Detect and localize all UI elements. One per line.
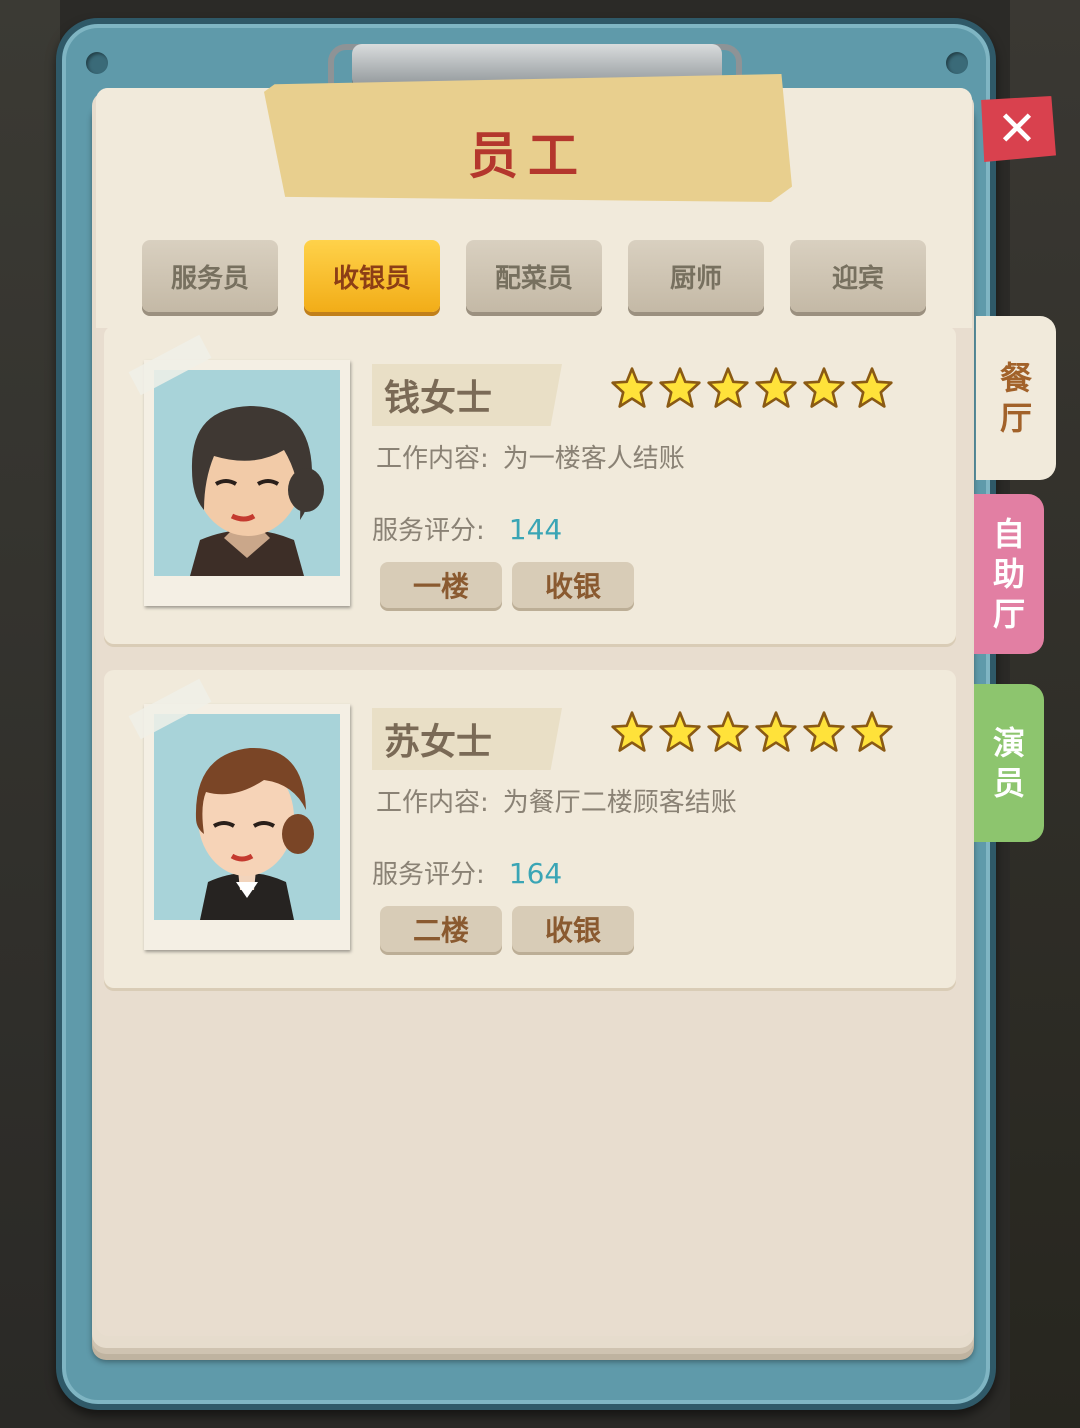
- close-icon: ✕: [996, 101, 1038, 157]
- job-text: 为餐厅二楼顾客结账: [502, 788, 737, 818]
- job-label: 工作内容:: [376, 788, 489, 818]
- screw-icon: [946, 52, 968, 74]
- star-icon: [706, 710, 750, 754]
- job-label: 工作内容:: [376, 444, 489, 474]
- avatar: [154, 370, 340, 576]
- game-background-left: [0, 0, 60, 1428]
- staff-name: 钱女士: [372, 364, 562, 426]
- star-rating: [610, 710, 894, 760]
- score-label: 服务评分:: [372, 516, 485, 546]
- score-label: 服务评分:: [372, 860, 485, 890]
- star-icon: [754, 366, 798, 410]
- tab-prep-cook[interactable]: 配菜员: [466, 240, 602, 312]
- job-text: 为一楼客人结账: [502, 444, 685, 474]
- tab-greeter[interactable]: 迎宾: [790, 240, 926, 312]
- score-value: 144: [508, 513, 563, 546]
- service-score: 服务评分: 144: [372, 510, 562, 547]
- star-icon: [658, 710, 702, 754]
- side-tab-buffet[interactable]: 自 助 厅: [974, 494, 1044, 654]
- star-icon: [706, 366, 750, 410]
- staff-category-tabs: 服务员 收银员 配菜员 厨师 迎宾: [142, 240, 928, 314]
- side-tab-restaurant[interactable]: 餐 厅: [976, 316, 1056, 480]
- floor-tag[interactable]: 一楼: [380, 562, 502, 608]
- service-score: 服务评分: 164: [372, 854, 562, 891]
- staff-card[interactable]: 苏女士 工作内容: 为餐厅二楼顾客结账 服务评分: 164 二楼 收银: [104, 670, 956, 988]
- star-rating: [610, 366, 894, 416]
- job-description: 工作内容: 为餐厅二楼顾客结账: [376, 782, 737, 819]
- job-description: 工作内容: 为一楼客人结账: [376, 438, 685, 475]
- staff-card[interactable]: 钱女士 工作内容: 为一楼客人结账 服务评分: 144 一楼 收银: [104, 326, 956, 644]
- floor-tag[interactable]: 二楼: [380, 906, 502, 952]
- staff-name: 苏女士: [372, 708, 562, 770]
- star-icon: [610, 366, 654, 410]
- screw-icon: [86, 52, 108, 74]
- star-icon: [658, 366, 702, 410]
- star-icon: [802, 366, 846, 410]
- portrait-frame: [128, 334, 350, 606]
- role-tag[interactable]: 收银: [512, 562, 634, 608]
- cashier-portrait-icon: [154, 370, 340, 576]
- star-icon: [850, 710, 894, 754]
- role-tag[interactable]: 收银: [512, 906, 634, 952]
- star-icon: [850, 366, 894, 410]
- cashier-portrait-icon: [154, 714, 340, 920]
- star-icon: [754, 710, 798, 754]
- star-icon: [610, 710, 654, 754]
- tab-chef[interactable]: 厨师: [628, 240, 764, 312]
- tab-cashier[interactable]: 收银员: [304, 240, 440, 312]
- star-icon: [802, 710, 846, 754]
- close-button[interactable]: ✕: [981, 96, 1056, 162]
- side-tab-performer[interactable]: 演 员: [974, 684, 1044, 842]
- portrait-frame: [128, 678, 350, 950]
- tab-waiter[interactable]: 服务员: [142, 240, 278, 312]
- page-title: 员工: [468, 127, 588, 185]
- title-banner: 员工: [264, 74, 792, 202]
- score-value: 164: [508, 857, 563, 890]
- avatar: [154, 714, 340, 920]
